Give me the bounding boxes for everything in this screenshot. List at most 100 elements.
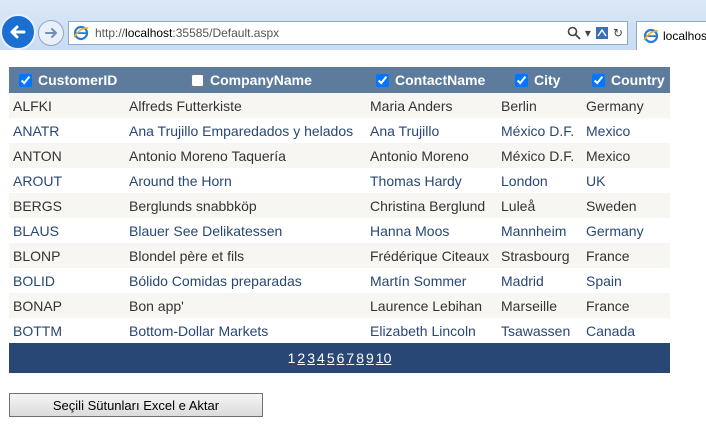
select-column-checkbox[interactable] xyxy=(376,74,389,87)
cell-country: Spain xyxy=(582,268,670,293)
cell-country: Germany xyxy=(582,93,670,118)
cell-contactname: Thomas Hardy xyxy=(366,168,497,193)
cell-contactname: Christina Berglund xyxy=(366,193,497,218)
cell-customerid: AROUT xyxy=(9,168,125,193)
export-to-excel-button[interactable]: Seçili Sütunları Excel e Aktar xyxy=(9,393,263,417)
cell-city: Strasbourg xyxy=(497,243,582,268)
cell-companyname: Blondel père et fils xyxy=(125,243,366,268)
cell-contactname: Antonio Moreno xyxy=(366,143,497,168)
address-tools: ▾ ↻ xyxy=(567,24,623,42)
column-header-companyname: CompanyName xyxy=(125,67,366,93)
cell-country: Germany xyxy=(582,218,670,243)
cell-contactname: Maria Anders xyxy=(366,93,497,118)
cell-contactname: Ana Trujillo xyxy=(366,118,497,143)
tab-ie-icon xyxy=(643,28,659,44)
cell-customerid: BOLID xyxy=(9,268,125,293)
cell-companyname: Ana Trujillo Emparedados y helados xyxy=(125,118,366,143)
cell-customerid: BONAP xyxy=(9,293,125,318)
cell-city: Mannheim xyxy=(497,218,582,243)
cell-contactname: Laurence Lebihan xyxy=(366,293,497,318)
cell-city: Marseille xyxy=(497,293,582,318)
pager-page-link[interactable]: 2 xyxy=(297,350,305,366)
column-header-customerid: CustomerID xyxy=(9,67,125,93)
cell-contactname: Frédérique Citeaux xyxy=(366,243,497,268)
pager-page-link[interactable]: 5 xyxy=(327,350,335,366)
browser-chrome: http://localhost:35585/Default.aspx ▾ ↻ … xyxy=(0,0,706,58)
grid-pager: 1 2 3 4 5 6 7 8 9 10 xyxy=(9,343,670,373)
select-column-checkbox[interactable] xyxy=(592,74,605,87)
pager-page-link[interactable]: 4 xyxy=(317,350,325,366)
forward-button[interactable] xyxy=(38,20,64,46)
column-header-country: Country xyxy=(582,67,670,93)
compatibility-view-icon[interactable] xyxy=(595,26,609,40)
select-column-checkbox[interactable] xyxy=(515,74,528,87)
cell-country: Canada xyxy=(582,318,670,343)
pager-page-link[interactable]: 8 xyxy=(356,350,364,366)
cell-city: Berlin xyxy=(497,93,582,118)
address-bar[interactable]: http://localhost:35585/Default.aspx ▾ ↻ xyxy=(68,21,628,45)
table-row: BLONP Blondel père et fils Frédérique Cite… xyxy=(9,243,670,268)
table-row: ANTON Antonio Moreno Taquería Antonio More… xyxy=(9,143,670,168)
table-row: ALFKI Alfreds Futterkiste Maria Anders Berl… xyxy=(9,93,670,118)
address-url: http://localhost:35585/Default.aspx xyxy=(95,26,280,40)
table-row: BLAUS Blauer See Delikatessen Hanna Moos Ma… xyxy=(9,218,670,243)
cell-city: México D.F. xyxy=(497,118,582,143)
cell-customerid: ANATR xyxy=(9,118,125,143)
cell-companyname: Bon app' xyxy=(125,293,366,318)
cell-city: Luleå xyxy=(497,193,582,218)
table-row: BOLID Bólido Comidas preparadas Martín Som… xyxy=(9,268,670,293)
column-header-city: City xyxy=(497,67,582,93)
cell-country: Sweden xyxy=(582,193,670,218)
cell-customerid: ALFKI xyxy=(9,93,125,118)
select-column-checkbox[interactable] xyxy=(191,74,204,87)
pager-page-link[interactable]: 9 xyxy=(366,350,374,366)
cell-companyname: Blauer See Delikatessen xyxy=(125,218,366,243)
cell-customerid: BOTTM xyxy=(9,318,125,343)
cell-contactname: Elizabeth Lincoln xyxy=(366,318,497,343)
cell-country: Mexico xyxy=(582,143,670,168)
cell-companyname: Alfreds Futterkiste xyxy=(125,93,366,118)
table-row: BOTTM Bottom-Dollar Markets Elizabeth Linc… xyxy=(9,318,670,343)
forward-arrow-icon xyxy=(45,28,57,38)
cell-country: UK xyxy=(582,168,670,193)
pager-page-link[interactable]: 7 xyxy=(346,350,354,366)
cell-contactname: Martín Sommer xyxy=(366,268,497,293)
column-header-contactname: ContactName xyxy=(366,67,497,93)
cell-city: Madrid xyxy=(497,268,582,293)
pager-current-page: 1 xyxy=(287,350,296,366)
cell-country: France xyxy=(582,293,670,318)
dropdown-arrow-icon[interactable]: ▾ xyxy=(585,26,591,40)
cell-companyname: Antonio Moreno Taquería xyxy=(125,143,366,168)
cell-contactname: Hanna Moos xyxy=(366,218,497,243)
back-arrow-icon xyxy=(10,25,26,39)
select-column-checkbox[interactable] xyxy=(19,74,32,87)
tab-title: localhost xyxy=(663,29,706,43)
cell-companyname: Around the Horn xyxy=(125,168,366,193)
cell-companyname: Berglunds snabbköp xyxy=(125,193,366,218)
cell-companyname: Bólido Comidas preparadas xyxy=(125,268,366,293)
customers-grid: CustomerID CompanyName ContactName City … xyxy=(9,67,670,343)
cell-country: France xyxy=(582,243,670,268)
table-row: AROUT Around the Horn Thomas Hardy London UK xyxy=(9,168,670,193)
cell-companyname: Bottom-Dollar Markets xyxy=(125,318,366,343)
pager-page-link[interactable]: 10 xyxy=(376,350,392,366)
browser-tab[interactable]: localhost xyxy=(636,21,706,50)
cell-city: México D.F. xyxy=(497,143,582,168)
cell-city: London xyxy=(497,168,582,193)
cell-city: Tsawassen xyxy=(497,318,582,343)
ie-page-icon xyxy=(73,25,89,41)
cell-customerid: BERGS xyxy=(9,193,125,218)
search-icon[interactable] xyxy=(567,26,581,40)
table-row: BERGS Berglunds snabbköp Christina Berglun… xyxy=(9,193,670,218)
cell-customerid: ANTON xyxy=(9,143,125,168)
cell-customerid: BLONP xyxy=(9,243,125,268)
cell-country: Mexico xyxy=(582,118,670,143)
table-row: ANATR Ana Trujillo Emparedados y helados A… xyxy=(9,118,670,143)
pager-page-link[interactable]: 3 xyxy=(307,350,315,366)
table-row: BONAP Bon app' Laurence Lebihan Marseille Fr… xyxy=(9,293,670,318)
grid-header-row: CustomerID CompanyName ContactName City … xyxy=(9,67,670,93)
back-button[interactable] xyxy=(0,14,36,50)
cell-customerid: BLAUS xyxy=(9,218,125,243)
refresh-icon[interactable]: ↻ xyxy=(613,26,623,40)
pager-page-link[interactable]: 6 xyxy=(337,350,345,366)
